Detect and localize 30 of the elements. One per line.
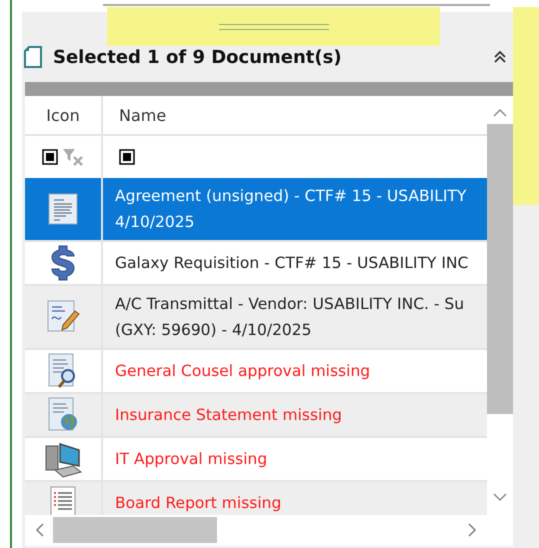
document-icon bbox=[46, 192, 80, 226]
document-row[interactable]: Insurance Statement missing bbox=[25, 394, 487, 438]
document-name: A/C Transmittal - Vendor: USABILITY INC. - Su (GXY: 59690) - 4/10/2025 bbox=[115, 294, 464, 341]
document-row[interactable]: General Cousel approval missing bbox=[25, 350, 487, 394]
document-icon bbox=[23, 45, 43, 69]
column-header[interactable]: Icon bbox=[25, 96, 103, 134]
collapse-icon[interactable] bbox=[493, 50, 507, 64]
document-name: Galaxy Requisition - CTF# 15 - USABILITY INC bbox=[115, 253, 468, 274]
filter-checkbox[interactable] bbox=[119, 149, 135, 165]
scroll-right-icon[interactable] bbox=[467, 523, 477, 537]
document-name: IT Approval missing bbox=[115, 449, 268, 470]
document-name: Insurance Statement missing bbox=[115, 405, 342, 426]
scroll-left-icon[interactable] bbox=[35, 523, 45, 537]
document-row[interactable]: IT Approval missing bbox=[25, 438, 487, 482]
computer-icon bbox=[43, 440, 83, 478]
document-row[interactable]: Galaxy Requisition - CTF# 15 - USABILITY INC bbox=[25, 242, 487, 286]
select-all-checkbox[interactable] bbox=[42, 149, 58, 165]
document-row[interactable]: A/C Transmittal - Vendor: USABILITY INC. - Su (GXY: 59690) - 4/10/2025 bbox=[25, 286, 487, 350]
list-document-icon bbox=[48, 485, 78, 515]
column-header[interactable]: Name bbox=[103, 96, 166, 134]
document-row[interactable]: Board Report missing bbox=[25, 482, 487, 515]
scroll-down-icon[interactable] bbox=[493, 492, 507, 502]
document-name: Agreement (unsigned) - CTF# 15 - USABILITY 4/10/2025 bbox=[115, 186, 466, 233]
document-name: Board Report missing bbox=[115, 493, 282, 514]
scroll-up-icon[interactable] bbox=[493, 108, 507, 118]
panel-title: Selected 1 of 9 Document(s) bbox=[53, 46, 343, 68]
document-name: General Cousel approval missing bbox=[115, 361, 370, 382]
vertical-scrollbar-thumb[interactable] bbox=[487, 124, 513, 414]
horizontal-scrollbar-thumb[interactable] bbox=[53, 517, 217, 543]
document-row[interactable]: Agreement (unsigned) - CTF# 15 - USABILITY 4/10/2025 bbox=[25, 178, 487, 242]
